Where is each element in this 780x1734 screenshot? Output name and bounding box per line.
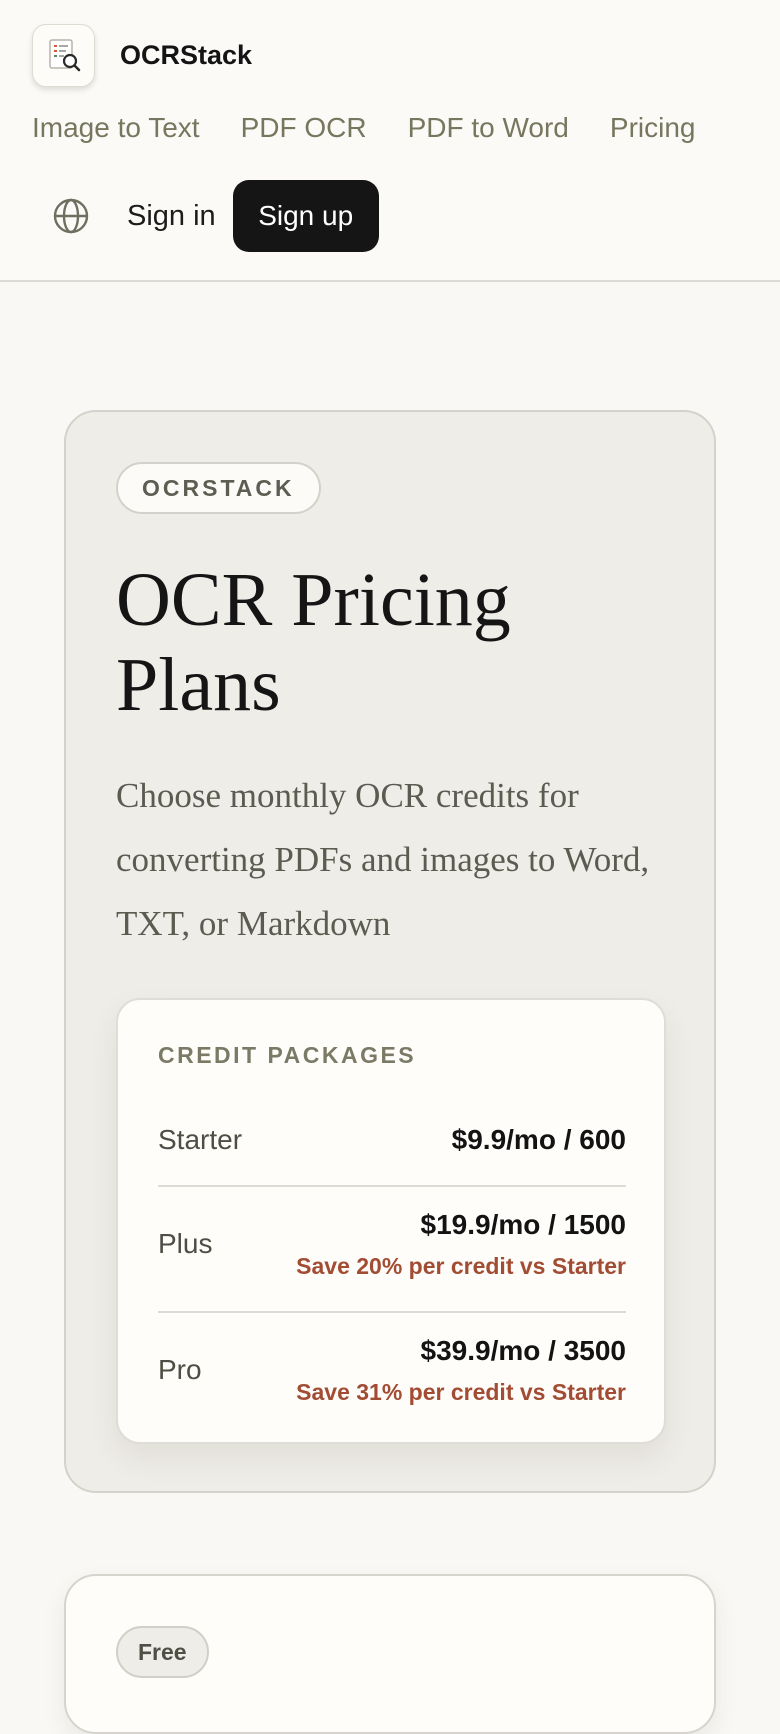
nav-pdf-to-word[interactable]: PDF to Word — [408, 112, 569, 144]
credit-packages-label: CREDIT PACKAGES — [158, 1042, 417, 1068]
pricing-hero-card: OCRSTACK OCR Pricing Plans Choose monthl… — [64, 410, 716, 1493]
package-price: $19.9/mo / 1500 — [420, 1209, 626, 1240]
free-plan-card: Free — [64, 1574, 716, 1734]
package-row-pro: Pro $39.9/mo / 3500 Save 31% per credit … — [158, 1311, 626, 1437]
package-row-starter: Starter $9.9/mo / 600 — [158, 1112, 626, 1172]
page-title: OCR Pricing Plans — [116, 558, 511, 727]
header-actions: Sign in Sign up — [50, 180, 379, 252]
sign-up-button[interactable]: Sign up — [232, 180, 379, 252]
sign-in-link[interactable]: Sign in — [127, 200, 216, 233]
brand-name[interactable]: OCRStack — [120, 40, 252, 71]
package-savings: Save 20% per credit vs Starter — [296, 1253, 626, 1279]
eyebrow-badge: OCRSTACK — [116, 462, 321, 514]
package-name: Pro — [158, 1354, 202, 1385]
globe-icon[interactable] — [50, 195, 92, 237]
page-subtitle: Choose monthly OCR credits for convertin… — [116, 776, 650, 943]
credit-packages-card: CREDIT PACKAGES Starter $9.9/mo / 600 Pl… — [116, 998, 666, 1444]
package-name: Starter — [158, 1124, 243, 1155]
brand[interactable]: OCRStack — [32, 24, 252, 87]
nav-pricing[interactable]: Pricing — [610, 112, 696, 144]
main-nav: Image to Text PDF OCR PDF to Word Pricin… — [32, 112, 736, 144]
free-plan-badge: Free — [116, 1626, 209, 1678]
site-header: OCRStack Image to Text PDF OCR PDF to Wo… — [0, 0, 780, 282]
nav-pdf-ocr[interactable]: PDF OCR — [241, 112, 367, 144]
package-price: $9.9/mo / 600 — [451, 1124, 626, 1155]
package-name: Plus — [158, 1228, 213, 1259]
nav-image-to-text[interactable]: Image to Text — [32, 112, 200, 144]
package-savings: Save 31% per credit vs Starter — [296, 1379, 626, 1405]
package-price: $39.9/mo / 3500 — [420, 1335, 626, 1366]
package-row-plus: Plus $19.9/mo / 1500 Save 20% per credit… — [158, 1185, 626, 1311]
document-scan-icon[interactable] — [32, 24, 95, 87]
